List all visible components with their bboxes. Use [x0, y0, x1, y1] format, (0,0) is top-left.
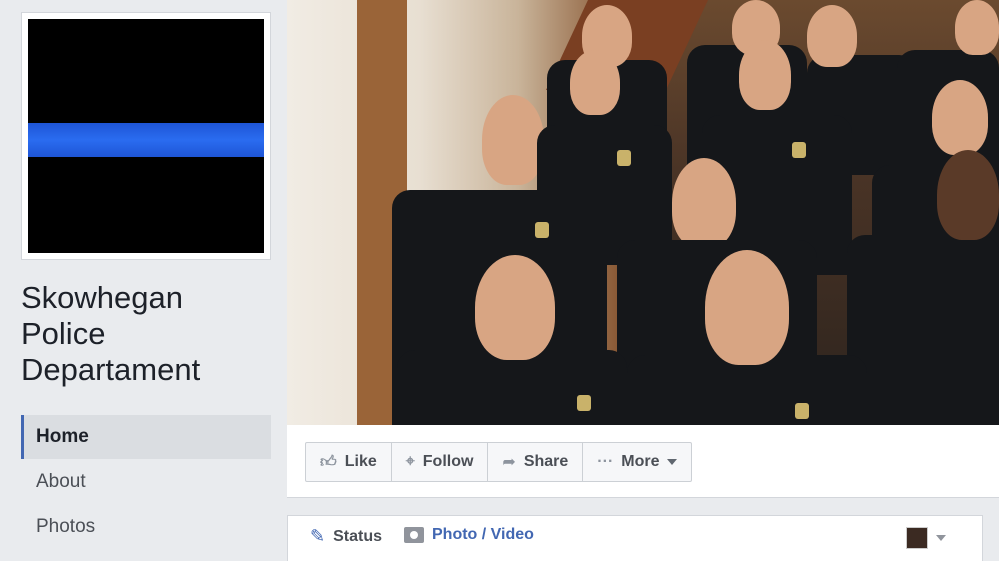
blue-stripe — [28, 123, 264, 157]
avatar — [906, 527, 928, 549]
page-title-line-2: Police — [21, 316, 106, 351]
camera-icon — [404, 527, 424, 543]
officer-face — [937, 150, 999, 240]
status-tab[interactable]: ✎ Status — [310, 526, 382, 547]
officer-face — [705, 250, 789, 365]
cover-card: 👍︎ Like ⌖ Follow ➦ Share ··· More — [287, 0, 999, 498]
officer-face — [570, 50, 620, 115]
nav-item-photos[interactable]: Photos — [21, 505, 271, 549]
page-nav: Home About Photos — [21, 415, 271, 550]
more-button[interactable]: ··· More — [583, 443, 690, 481]
officer-face — [482, 95, 544, 185]
officer-face — [672, 158, 736, 248]
pencil-icon: ✎ — [310, 526, 326, 546]
ellipsis-icon: ··· — [597, 453, 614, 470]
like-label: Like — [344, 453, 377, 470]
thumbs-up-icon: 👍︎ — [320, 453, 337, 471]
page-title-line-3: Departament — [21, 352, 201, 387]
photo-video-label: Photo / Video — [432, 526, 534, 543]
like-button[interactable]: 👍︎ Like — [306, 443, 392, 481]
chevron-down-icon — [666, 459, 677, 465]
page-action-bar: 👍︎ Like ⌖ Follow ➦ Share ··· More — [305, 442, 692, 482]
photo-video-tab[interactable]: Photo / Video — [404, 526, 534, 544]
nav-item-about[interactable]: About — [21, 460, 271, 504]
nav-item-home[interactable]: Home — [21, 415, 271, 459]
share-button[interactable]: ➦ Share — [488, 443, 584, 481]
officer-face — [807, 5, 857, 67]
chevron-down-icon — [936, 535, 946, 541]
officer-badge — [617, 150, 631, 166]
officer-badge — [577, 395, 591, 411]
status-label: Status — [333, 527, 382, 545]
officer-face — [932, 80, 988, 155]
page-title-line-1: Skowhegan — [21, 280, 184, 315]
thin-blue-line-flag — [28, 19, 264, 253]
share-arrow-icon: ➦ — [502, 454, 516, 471]
more-label: More — [621, 453, 660, 470]
officer-uniform — [847, 235, 999, 425]
follow-button[interactable]: ⌖ Follow — [392, 443, 489, 481]
officer-badge — [792, 142, 806, 158]
officer-face — [475, 255, 555, 360]
post-as-selector[interactable] — [906, 527, 946, 549]
post-composer: ✎ Status Photo / Video — [287, 515, 983, 561]
page-title[interactable]: Skowhegan Police Departament — [21, 280, 281, 388]
officer-face — [955, 0, 999, 55]
officer-face — [739, 40, 791, 110]
officer-badge — [535, 222, 549, 238]
share-label: Share — [523, 453, 569, 470]
officer-uniform — [627, 355, 867, 425]
rss-icon: ⌖ — [405, 453, 415, 470]
follow-label: Follow — [422, 453, 474, 470]
officer-uniform — [397, 350, 627, 425]
officer-badge — [795, 403, 809, 419]
cover-photo[interactable] — [287, 0, 999, 425]
left-column: Skowhegan Police Departament Home About … — [0, 0, 287, 561]
profile-picture[interactable] — [21, 12, 271, 260]
